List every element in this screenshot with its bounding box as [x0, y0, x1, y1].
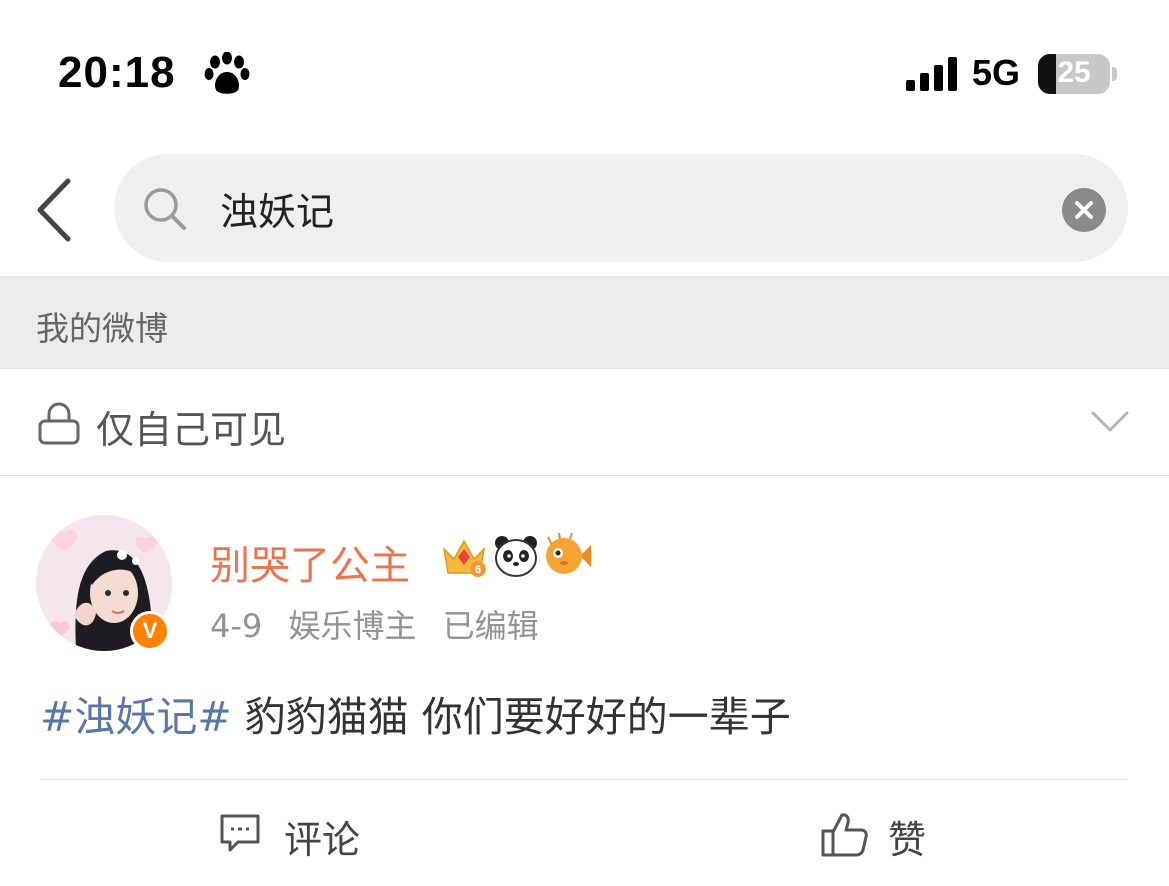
- author-role: 娱乐博主: [288, 607, 417, 645]
- section-title: 我的微博: [36, 309, 168, 348]
- paw-icon: [204, 52, 250, 94]
- svg-text:6: 6: [475, 564, 481, 576]
- signal-icon: [906, 57, 957, 91]
- post-meta: 4-9 娱乐博主 已编辑: [210, 601, 555, 647]
- chevron-down-icon: [1091, 411, 1129, 432]
- hashtag-link[interactable]: #浊妖记#: [40, 693, 232, 741]
- status-time: 20:18: [58, 48, 176, 97]
- lock-icon: [38, 402, 80, 445]
- clear-search-button[interactable]: [1062, 188, 1106, 232]
- verified-badge: V: [130, 611, 170, 651]
- battery-nub: [1112, 67, 1117, 81]
- like-icon: [821, 813, 868, 857]
- post-content: #浊妖记# 豹豹猫猫 你们要好好的一辈子: [40, 683, 791, 743]
- divider: [40, 779, 1128, 780]
- visibility-label: 仅自己可见: [96, 408, 287, 452]
- post-body-text: 豹豹猫猫 你们要好好的一辈子: [231, 693, 791, 741]
- visibility-selector[interactable]: 仅自己可见: [0, 368, 1169, 476]
- network-type: 5G: [972, 52, 1021, 93]
- close-icon: [1075, 201, 1093, 219]
- post-card: V 别哭了公主 6 4-9 娱乐博主 已编辑 #浊妖记# 豹豹猫猫 你们要好好的…: [0, 477, 1169, 886]
- post-date: 4-9: [210, 607, 263, 645]
- username[interactable]: 别哭了公主: [210, 533, 410, 591]
- comment-label: 评论: [284, 818, 361, 862]
- section-header: 我的微博: [0, 276, 1169, 368]
- search-bar[interactable]: [114, 154, 1128, 262]
- edited-label: 已编辑: [442, 607, 539, 645]
- battery-level: 25: [1057, 56, 1091, 89]
- fish-badge-icon[interactable]: [542, 533, 592, 579]
- battery-indicator: 25: [1038, 54, 1110, 94]
- status-bar: 20:18 5G 25: [0, 0, 1169, 130]
- back-button[interactable]: [30, 175, 80, 245]
- panda-badge-icon[interactable]: [492, 533, 540, 579]
- comment-icon: [220, 814, 260, 852]
- search-input[interactable]: [220, 178, 1040, 238]
- like-label: 赞: [888, 818, 927, 862]
- search-icon: [144, 188, 186, 230]
- crown-badge-icon[interactable]: 6: [440, 535, 488, 579]
